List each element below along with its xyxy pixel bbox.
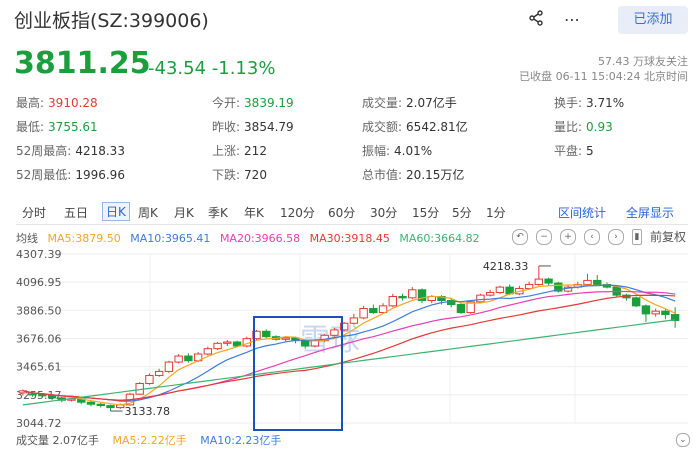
high-annotation: 4218.33	[483, 260, 529, 273]
candle-body	[359, 308, 368, 319]
candle-body	[28, 393, 37, 396]
candle-body	[106, 405, 115, 409]
candle-body	[524, 283, 534, 289]
candle-body	[213, 342, 222, 350]
candle-body	[544, 278, 553, 284]
candle-body	[203, 348, 213, 355]
candle-body	[262, 330, 271, 338]
y-tick-label: 4096.95	[16, 276, 62, 289]
y-tick-label: 4307.39	[16, 248, 62, 261]
candle-body	[154, 370, 164, 376]
candle-body	[398, 295, 407, 299]
candle-body	[38, 394, 47, 397]
candle-body	[86, 401, 96, 405]
candle-body	[661, 310, 670, 316]
y-tick-label: 3465.61	[16, 361, 62, 374]
volume-toggle-icon[interactable]: ⌄	[676, 433, 690, 447]
candle-body	[583, 279, 592, 285]
candle-body	[534, 278, 544, 285]
candle-body	[300, 340, 310, 347]
candle-body	[145, 374, 154, 384]
volume-label: 成交量 2.07亿手	[16, 434, 99, 447]
volume-legend: 成交量 2.07亿手 MA5:2.22亿手 MA10:2.23亿手	[16, 432, 281, 448]
kline-chart[interactable]: 4307.394096.953886.503676.063465.613255.…	[0, 0, 700, 451]
candle-body	[96, 403, 105, 407]
candle-body	[456, 304, 466, 314]
candle-body	[495, 286, 505, 293]
y-tick-label: 3886.50	[16, 304, 62, 317]
candle-body	[330, 329, 339, 336]
candle-body	[408, 289, 417, 299]
candle-body	[47, 395, 57, 399]
vol-ma5: MA5:2.22亿手	[112, 434, 187, 447]
candle-body	[281, 337, 290, 340]
candle-body	[369, 308, 378, 314]
candle-body	[476, 294, 485, 303]
y-tick-label: 3676.06	[16, 333, 62, 346]
candle-body	[641, 305, 651, 315]
vol-ma10: MA10:2.23亿手	[200, 434, 282, 447]
candle-body	[174, 355, 183, 363]
candle-body	[485, 291, 495, 296]
candle-body	[223, 341, 232, 344]
y-tick-label: 3044.72	[16, 417, 62, 430]
candle-body	[388, 295, 398, 307]
low-annotation: 3133.78	[124, 405, 170, 418]
candle-body	[593, 279, 602, 285]
candle-body	[164, 361, 174, 372]
candle-body	[184, 355, 193, 362]
candle-body	[651, 310, 660, 315]
candle-body	[631, 297, 641, 307]
candle-body	[349, 317, 359, 324]
